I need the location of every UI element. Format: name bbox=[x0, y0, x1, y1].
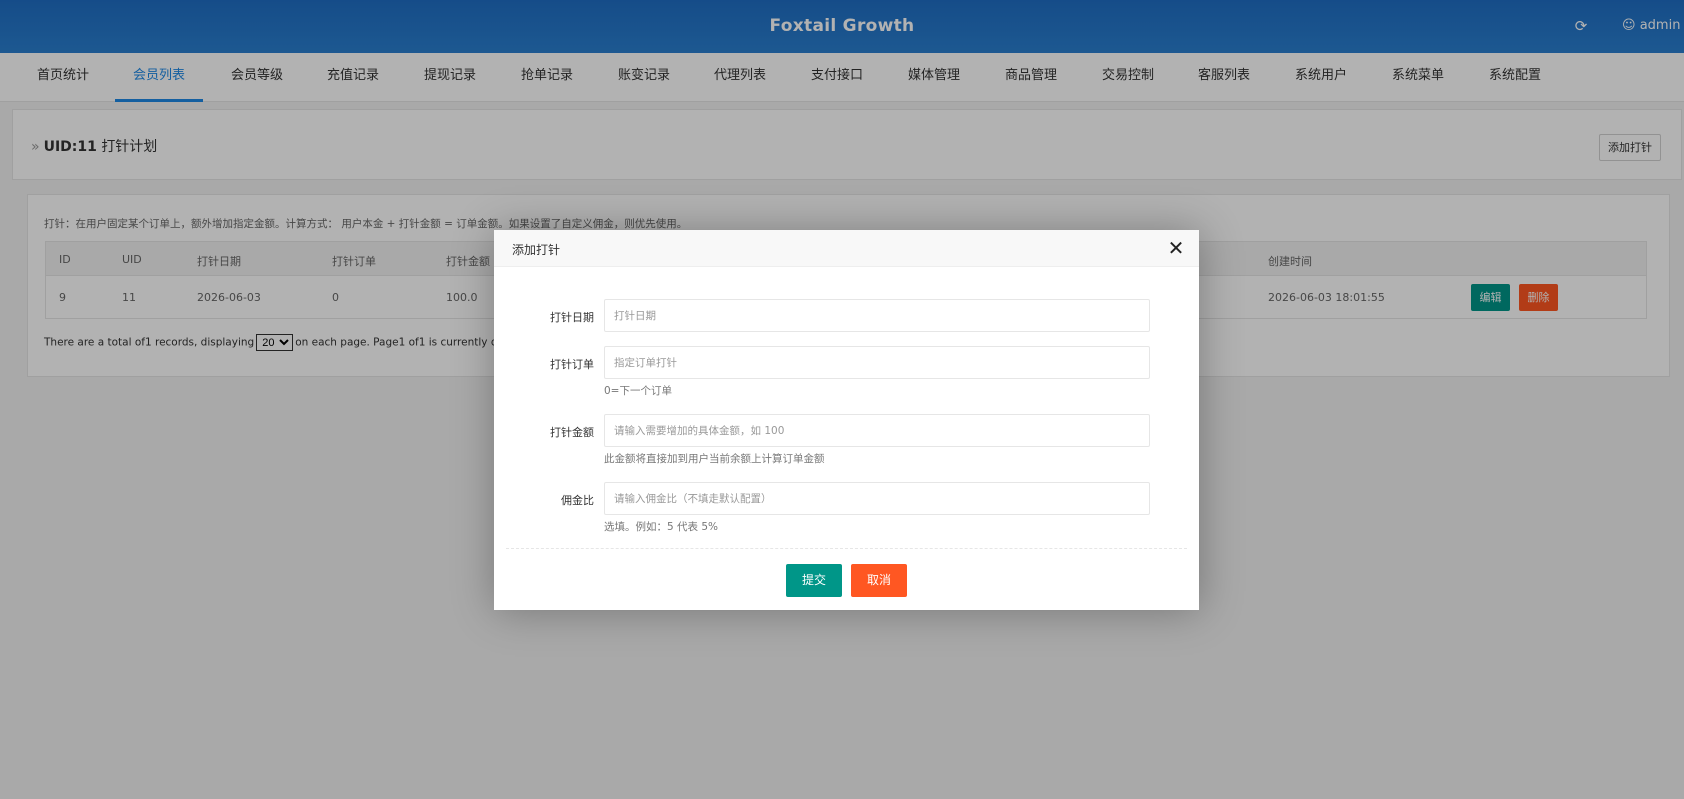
cancel-button[interactable]: 取消 bbox=[851, 564, 907, 597]
add-injection-dialog: 添加打针 ✕ 打针日期 打针订单 0=下一个订单 打针金额 此金额将直接加到用户… bbox=[494, 230, 1199, 610]
field-label-amount: 打针金额 bbox=[550, 426, 594, 439]
field-label-commission: 佣金比 bbox=[561, 494, 594, 507]
dialog-header: 添加打针 ✕ bbox=[494, 230, 1199, 267]
date-input[interactable] bbox=[604, 299, 1150, 332]
amount-input[interactable] bbox=[604, 414, 1150, 447]
dialog-title: 添加打针 bbox=[512, 243, 561, 257]
submit-button[interactable]: 提交 bbox=[786, 564, 842, 597]
commission-help-text: 选填。例如：5 代表 5% bbox=[604, 521, 719, 533]
amount-help-text: 此金额将直接加到用户当前余额上计算订单金额 bbox=[604, 453, 825, 465]
order-help-text: 0=下一个订单 bbox=[604, 385, 672, 397]
order-input[interactable] bbox=[604, 346, 1150, 379]
field-label-order: 打针订单 bbox=[550, 358, 594, 371]
dialog-divider bbox=[506, 548, 1187, 549]
field-label-date: 打针日期 bbox=[550, 311, 594, 324]
close-icon[interactable]: ✕ bbox=[1166, 238, 1186, 258]
commission-input[interactable] bbox=[604, 482, 1150, 515]
